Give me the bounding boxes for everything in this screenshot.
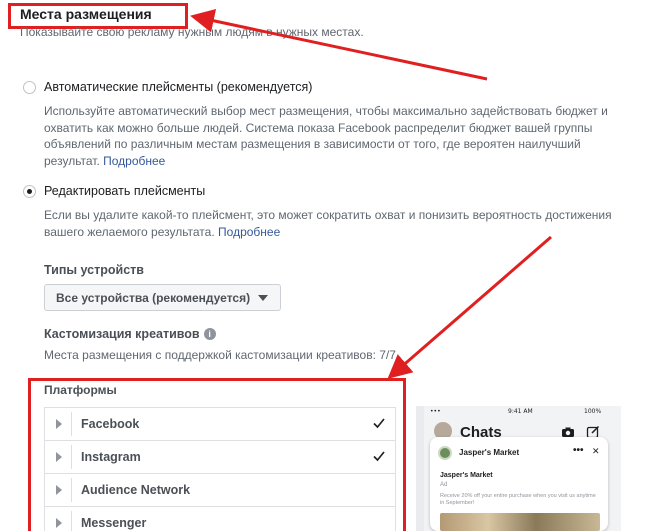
ad-body: Receive 20% off your entire purchase whe… [440,493,596,506]
caret-down-icon [258,294,269,301]
signal-indicator: ••• [430,408,441,415]
automatic-placements-label[interactable]: Автоматические плейсменты (рекомендуется… [44,80,312,94]
divider [71,478,72,502]
arrow-to-platforms [387,235,552,379]
learn-more-link-edit[interactable]: Подробнее [218,225,280,239]
radio-automatic-placements[interactable] [23,81,36,94]
creative-customization-label: Кастомизация креативов i [44,327,216,341]
ad-image [440,513,600,531]
page-subtitle: Показывайте свою рекламу нужным людям в … [20,25,364,39]
status-time: 9:41 AM [508,408,533,415]
ad-card: Jasper's Market ••• ✕ Jasper's Market Ad… [430,437,608,531]
platforms-list: Facebook Instagram Audience Network Mess… [44,407,396,531]
expand-triangle-icon[interactable] [56,518,62,528]
device-types-dropdown[interactable]: Все устройства (рекомендуется) [44,284,281,311]
info-icon[interactable]: i [203,328,216,340]
radio-edit-placements[interactable] [23,185,36,198]
expand-triangle-icon[interactable] [56,419,62,429]
learn-more-link-automatic[interactable]: Подробнее [103,154,165,168]
platforms-label: Платформы [44,383,117,397]
advertiser-name: Jasper's Market [459,448,520,457]
status-bar: ••• 9:41 AM 100% [424,406,621,416]
platform-row-audience-network[interactable]: Audience Network [44,474,396,507]
divider [71,511,72,531]
advertiser-avatar [438,446,452,460]
more-options-icon: ••• [573,445,584,456]
checkmark-icon[interactable] [372,416,386,430]
page-title: Места размещения [20,6,152,22]
platform-name: Messenger [81,516,147,530]
checkmark-icon[interactable] [372,449,386,463]
close-icon: ✕ [592,446,600,456]
device-types-value: Все устройства (рекомендуется) [56,290,251,305]
platform-name: Audience Network [81,483,191,497]
edit-placements-label[interactable]: Редактировать плейсменты [44,184,205,198]
ad-label: Ad [440,482,448,488]
creative-customization-description: Места размещения с поддержкой кастомизац… [44,348,396,362]
battery-level: 100% [584,408,602,415]
phone-mockup: ••• 9:41 AM 100% Chats Jasper's Market •… [424,406,621,531]
expand-triangle-icon[interactable] [56,485,62,495]
platform-row-instagram[interactable]: Instagram [44,441,396,474]
platform-name: Instagram [81,450,141,464]
automatic-placements-description: Используйте автоматический выбор мест ра… [44,104,608,168]
platform-name: Facebook [81,417,140,431]
divider [71,412,72,436]
divider [71,445,72,469]
device-types-label: Типы устройств [44,263,144,277]
expand-triangle-icon[interactable] [56,452,62,462]
ad-title: Jasper's Market [440,472,493,479]
platform-row-facebook[interactable]: Facebook [44,408,396,441]
edit-placements-description: Если вы удалите какой-то плейсмент, это … [44,208,612,239]
platform-row-messenger[interactable]: Messenger [44,507,396,531]
placement-preview: ••• 9:41 AM 100% Chats Jasper's Market •… [416,406,621,531]
